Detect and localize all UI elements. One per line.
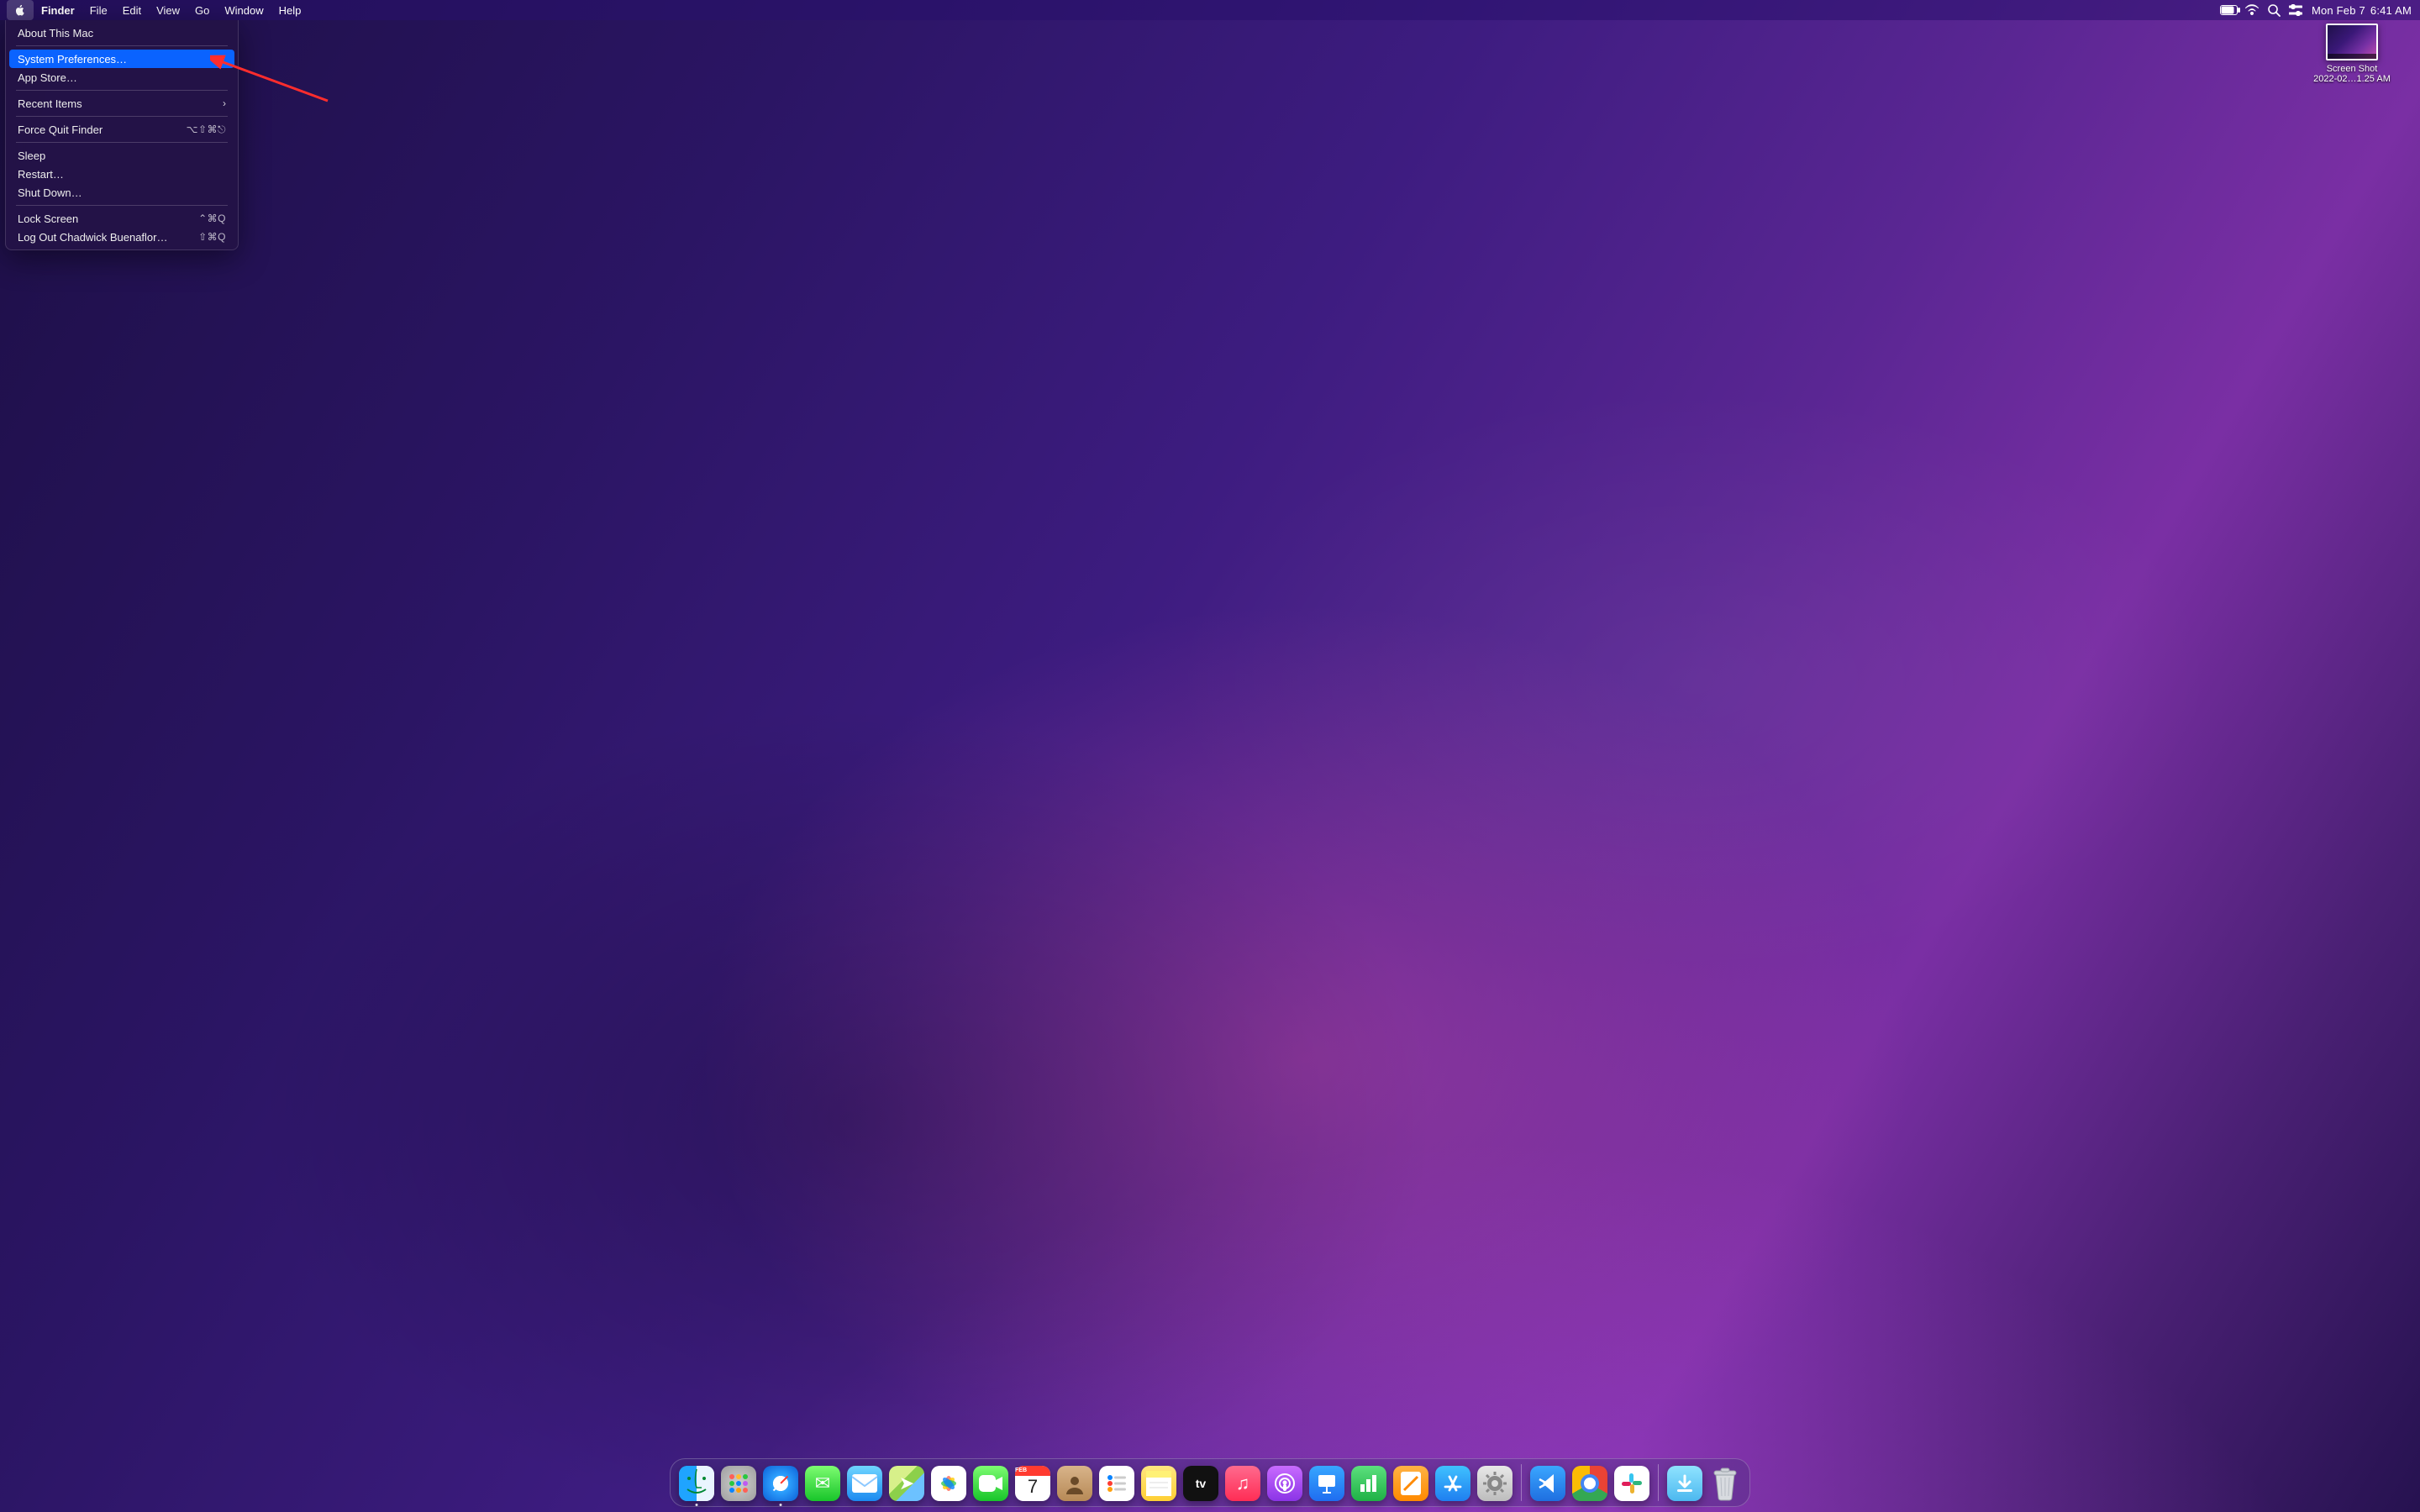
- menubar-date[interactable]: Mon Feb 7: [2307, 4, 2365, 17]
- apple-menu-item-app-store[interactable]: App Store…: [9, 68, 234, 87]
- wifi-icon[interactable]: [2241, 0, 2263, 20]
- menu-separator: [16, 45, 228, 46]
- dock-trash[interactable]: [1709, 1466, 1741, 1501]
- apple-menu-item-shut-down[interactable]: Shut Down…: [9, 183, 234, 202]
- dock-app-pages[interactable]: [1393, 1466, 1428, 1501]
- dock-app-calendar[interactable]: FEB 7: [1015, 1466, 1050, 1501]
- dock-app-maps[interactable]: ➤: [889, 1466, 924, 1501]
- dock-app-keynote[interactable]: [1309, 1466, 1344, 1501]
- menu-item-label: System Preferences…: [18, 53, 127, 66]
- dock-app-podcasts[interactable]: [1267, 1466, 1302, 1501]
- apple-menu-item-sleep[interactable]: Sleep: [9, 146, 234, 165]
- calendar-day-label: 7: [1028, 1476, 1038, 1498]
- dock-app-contacts[interactable]: [1057, 1466, 1092, 1501]
- menu-item-label: Restart…: [18, 168, 64, 181]
- dock-separator: [1658, 1464, 1659, 1501]
- file-thumbnail-icon: [2326, 24, 2378, 60]
- menubar-item-help[interactable]: Help: [271, 0, 309, 20]
- apple-menu-item-recent-items[interactable]: Recent Items ›: [9, 94, 234, 113]
- menu-shortcut-label: ⌥⇧⌘⎋: [187, 123, 226, 136]
- menu-item-label: App Store…: [18, 71, 77, 84]
- menu-item-label: Force Quit Finder: [18, 123, 103, 136]
- dock-app-launchpad[interactable]: [721, 1466, 756, 1501]
- apple-menu-button[interactable]: [7, 0, 34, 20]
- menubar: Finder File Edit View Go Window Help Mon…: [0, 0, 2420, 20]
- dock-app-vscode[interactable]: [1530, 1466, 1565, 1501]
- menu-item-label: Shut Down…: [18, 186, 82, 199]
- apple-menu-item-about-this-mac[interactable]: About This Mac: [9, 24, 234, 42]
- menubar-app-name[interactable]: Finder: [34, 0, 82, 20]
- dock-separator: [1521, 1464, 1522, 1501]
- desktop-file-screenshot[interactable]: Screen Shot 2022-02…1.25 AM: [2306, 24, 2398, 84]
- control-center-icon[interactable]: [2285, 0, 2307, 20]
- dock-app-chrome[interactable]: [1572, 1466, 1607, 1501]
- menubar-item-file[interactable]: File: [82, 0, 115, 20]
- desktop-wallpaper: [0, 0, 2420, 1512]
- apple-menu-item-force-quit-finder[interactable]: Force Quit Finder ⌥⇧⌘⎋: [9, 120, 234, 139]
- file-label: Screen Shot: [2306, 64, 2398, 74]
- dock: ✉︎ ➤ FEB 7 tv ♫: [0, 1458, 2420, 1507]
- dock-app-slack[interactable]: [1614, 1466, 1649, 1501]
- menubar-item-go[interactable]: Go: [187, 0, 217, 20]
- dock-app-safari[interactable]: [763, 1466, 798, 1501]
- dock-app-reminders[interactable]: [1099, 1466, 1134, 1501]
- dock-folder-downloads[interactable]: [1667, 1466, 1702, 1501]
- dock-app-numbers[interactable]: [1351, 1466, 1386, 1501]
- menubar-item-window[interactable]: Window: [217, 0, 271, 20]
- apple-menu-item-restart[interactable]: Restart…: [9, 165, 234, 183]
- menu-shortcut-label: ⇧⌘Q: [198, 231, 226, 243]
- menu-item-label: Sleep: [18, 150, 45, 162]
- menu-shortcut-label: ⌃⌘Q: [198, 213, 226, 224]
- apple-menu-dropdown: About This Mac System Preferences… App Sto…: [5, 20, 239, 250]
- calendar-month-label: FEB: [1015, 1466, 1050, 1476]
- menu-separator: [16, 205, 228, 206]
- menu-separator: [16, 116, 228, 117]
- dock-app-notes[interactable]: [1141, 1466, 1176, 1501]
- menubar-item-view[interactable]: View: [149, 0, 187, 20]
- menubar-item-edit[interactable]: Edit: [115, 0, 149, 20]
- menubar-time[interactable]: 6:41 AM: [2365, 4, 2412, 17]
- battery-icon[interactable]: [2219, 0, 2241, 20]
- apple-menu-item-log-out-chadwick-buenaflor[interactable]: Log Out Chadwick Buenaflor… ⇧⌘Q: [9, 228, 234, 246]
- dock-app-system-preferences[interactable]: [1477, 1466, 1512, 1501]
- menu-item-label: Recent Items: [18, 97, 82, 110]
- spotlight-icon[interactable]: [2263, 0, 2285, 20]
- menu-item-label: Lock Screen: [18, 213, 78, 225]
- dock-app-facetime[interactable]: [973, 1466, 1008, 1501]
- dock-app-appstore[interactable]: [1435, 1466, 1470, 1501]
- menu-separator: [16, 90, 228, 91]
- dock-app-finder[interactable]: [679, 1466, 714, 1501]
- dock-app-tv[interactable]: tv: [1183, 1466, 1218, 1501]
- dock-app-photos[interactable]: [931, 1466, 966, 1501]
- dock-app-mail[interactable]: [847, 1466, 882, 1501]
- apple-menu-item-lock-screen[interactable]: Lock Screen ⌃⌘Q: [9, 209, 234, 228]
- chevron-right-icon: ›: [223, 97, 226, 109]
- menu-item-label: About This Mac: [18, 27, 93, 39]
- file-label: 2022-02…1.25 AM: [2306, 74, 2398, 84]
- menu-separator: [16, 142, 228, 143]
- apple-menu-item-system-preferences[interactable]: System Preferences…: [9, 50, 234, 68]
- menu-item-label: Log Out Chadwick Buenaflor…: [18, 231, 167, 244]
- dock-app-messages[interactable]: ✉︎: [805, 1466, 840, 1501]
- dock-app-music[interactable]: ♫: [1225, 1466, 1260, 1501]
